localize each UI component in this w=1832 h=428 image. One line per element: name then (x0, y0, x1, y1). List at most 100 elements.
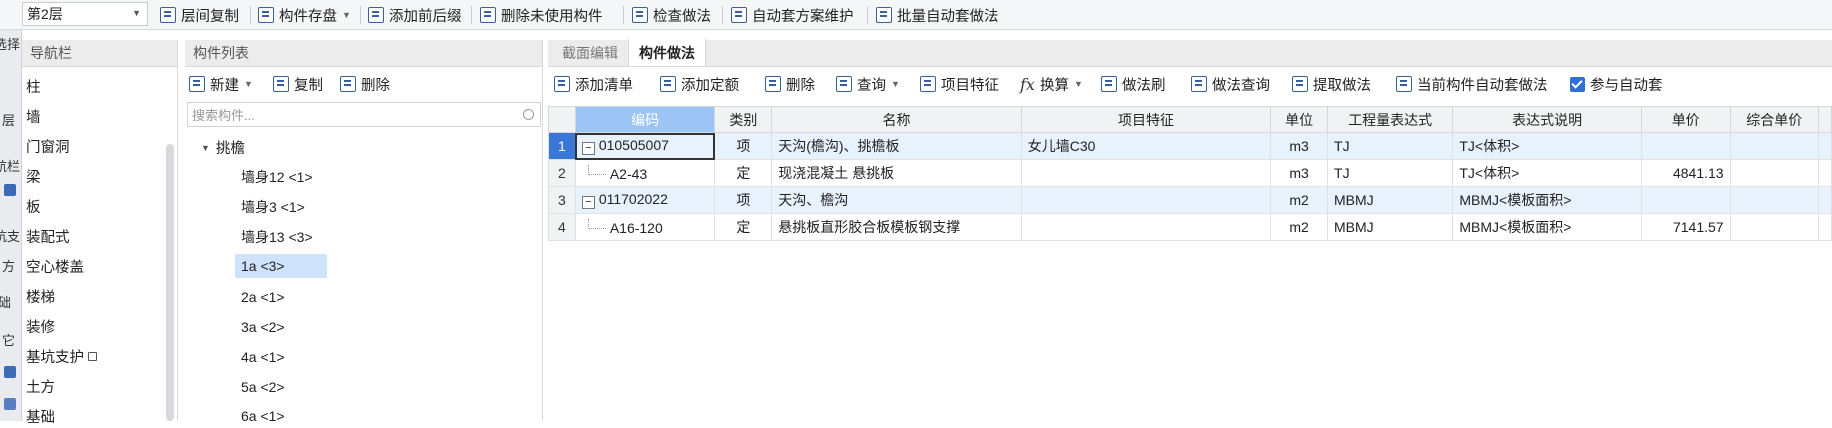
price-cell[interactable]: 7141.57 (1640, 213, 1731, 241)
code-cell[interactable]: A16-120 (574, 213, 716, 241)
total-price-cell[interactable] (1729, 159, 1819, 187)
expr-desc-cell[interactable]: TJ<体积> (1452, 159, 1642, 187)
column-header[interactable]: 表达式说明 (1452, 106, 1642, 133)
tool-icon[interactable] (4, 366, 16, 378)
table-row[interactable]: 4 A16-120 定 悬挑板直形胶合板模板钢支撑 m2 MBMJ MBMJ<模… (548, 213, 1832, 241)
copy-component-button[interactable]: 复制 (273, 72, 323, 96)
check-method-button[interactable]: 检查做法 (632, 3, 711, 27)
unit-cell[interactable]: m2 (1270, 213, 1329, 241)
batch-auto-button[interactable]: 批量自动套做法 (876, 3, 999, 27)
row-number[interactable]: 4 (548, 213, 576, 241)
tab-component-method[interactable]: 构件做法 (628, 39, 706, 66)
add-list-button[interactable]: 添加清单 (554, 72, 633, 96)
auto-apply-current-button[interactable]: 当前构件自动套做法 (1396, 72, 1548, 96)
total-price-cell[interactable] (1729, 132, 1819, 160)
table-row[interactable]: 1 −010505007 项 天沟(檐沟)、挑檐板 女儿墙C30 m3 TJ T… (548, 132, 1832, 160)
expr-cell[interactable]: MBMJ (1327, 186, 1454, 214)
method-brush-button[interactable]: 做法刷 (1101, 72, 1166, 96)
feature-cell[interactable] (1020, 213, 1272, 241)
component-item-selected[interactable]: 1a <3> (235, 254, 327, 278)
type-cell[interactable]: 项 (714, 186, 773, 214)
name-cell[interactable]: 天沟(檐沟)、挑檐板 (771, 132, 1022, 160)
component-item[interactable]: 6a <1> (235, 404, 291, 428)
row-number[interactable]: 3 (548, 186, 576, 214)
code-cell[interactable]: A2-43 (574, 159, 716, 187)
expr-cell[interactable]: MBMJ (1327, 213, 1454, 241)
checkbox-checked-icon[interactable] (1570, 76, 1585, 92)
code-cell[interactable]: −011702022 (574, 186, 716, 214)
delete-component-button[interactable]: 删除 (340, 72, 390, 96)
unit-cell[interactable]: m2 (1270, 186, 1329, 214)
expr-cell[interactable]: TJ (1327, 132, 1454, 160)
layer-icon[interactable] (4, 184, 16, 196)
component-item[interactable]: 2a <1> (235, 285, 291, 309)
price-cell[interactable] (1640, 186, 1731, 214)
delete-unused-button[interactable]: 删除未使用构件 (480, 3, 603, 27)
row-number[interactable]: 1 (548, 132, 576, 160)
name-cell[interactable]: 悬挑板直形胶合板模板钢支撑 (771, 213, 1022, 241)
unit-cell[interactable]: m3 (1270, 132, 1329, 160)
table-row[interactable]: 3 −011702022 项 天沟、檐沟 m2 MBMJ MBMJ<模板面积> (548, 186, 1832, 214)
nav-item[interactable]: 梁 (26, 166, 41, 187)
component-item[interactable]: 墙身13 <3> (235, 225, 319, 249)
nav-item[interactable]: 装修 (26, 316, 55, 337)
add-prefix-button[interactable]: 添加前后缀 (368, 3, 462, 27)
component-item[interactable]: 墙身12 <1> (235, 165, 319, 189)
formula-button[interactable]: fx 换算 ▼ (1020, 72, 1083, 96)
column-header[interactable]: 名称 (771, 106, 1022, 133)
price-cell[interactable]: 4841.13 (1640, 159, 1731, 187)
feature-cell[interactable] (1020, 159, 1272, 187)
component-item[interactable]: 5a <2> (235, 375, 291, 399)
tool-icon[interactable] (4, 398, 16, 410)
nav-item[interactable]: 基坑支护 (26, 346, 97, 367)
nav-item[interactable]: 基础 (26, 406, 55, 427)
price-cell[interactable] (1640, 132, 1731, 160)
feature-cell[interactable] (1020, 186, 1272, 214)
total-price-cell[interactable] (1729, 213, 1819, 241)
type-cell[interactable]: 定 (714, 213, 773, 241)
component-item[interactable]: 4a <1> (235, 345, 291, 369)
component-item[interactable]: 墙身3 <1> (235, 195, 311, 219)
column-header[interactable]: 单价 (1640, 106, 1731, 133)
type-cell[interactable]: 定 (714, 159, 773, 187)
auto-scheme-button[interactable]: 自动套方案维护 (731, 3, 854, 27)
auto-apply-checkbox[interactable]: 参与自动套 (1570, 72, 1663, 96)
table-row[interactable]: 2 A2-43 定 现浇混凝土 悬挑板 m3 TJ TJ<体积> 4841.13 (548, 159, 1832, 187)
nav-item[interactable]: 空心楼盖 (26, 256, 84, 277)
column-header[interactable]: 综合单价 (1729, 106, 1819, 133)
code-cell[interactable]: −010505007 (574, 132, 716, 160)
column-header[interactable]: 类别 (714, 106, 773, 133)
column-header[interactable]: 工程量表达式 (1327, 106, 1454, 133)
tree-group[interactable]: ▼ 挑檐 (201, 137, 245, 158)
row-number[interactable]: 2 (548, 159, 576, 187)
component-search-input[interactable]: 搜索构件... (187, 102, 541, 127)
total-price-cell[interactable] (1729, 186, 1819, 214)
nav-item[interactable]: 墙 (26, 106, 41, 127)
delete-row-button[interactable]: 删除 (765, 72, 815, 96)
feature-cell[interactable]: 女儿墙C30 (1020, 132, 1272, 160)
type-cell[interactable]: 项 (714, 132, 773, 160)
tab-section-edit[interactable]: 截面编辑 (552, 39, 628, 66)
query-button[interactable]: 查询 ▼ (836, 72, 900, 96)
method-query-button[interactable]: 做法查询 (1191, 72, 1270, 96)
expr-desc-cell[interactable]: TJ<体积> (1452, 132, 1642, 160)
nav-item[interactable]: 门窗洞 (26, 136, 70, 157)
column-header[interactable]: 项目特征 (1020, 106, 1272, 133)
nav-item[interactable]: 装配式 (26, 226, 70, 247)
add-quota-button[interactable]: 添加定额 (660, 72, 739, 96)
new-component-button[interactable]: 新建 ▼ (189, 72, 253, 96)
column-header[interactable]: 编码 (574, 106, 716, 133)
collapse-icon[interactable]: − (581, 142, 595, 155)
save-component-button[interactable]: 构件存盘 ▼ (258, 3, 351, 27)
corner-cell[interactable] (548, 106, 576, 133)
nav-item[interactable]: 柱 (26, 76, 41, 97)
floor-select[interactable]: 第2层 ▼ (22, 2, 148, 26)
nav-item[interactable]: 土方 (26, 376, 55, 397)
expr-desc-cell[interactable]: MBMJ<模板面积> (1452, 213, 1642, 241)
expr-cell[interactable]: TJ (1327, 159, 1454, 187)
nav-item[interactable]: 楼梯 (26, 286, 55, 307)
nav-scrollbar[interactable] (166, 144, 174, 421)
name-cell[interactable]: 天沟、檐沟 (771, 186, 1022, 214)
copy-floor-button[interactable]: 层间复制 (160, 3, 239, 27)
collapse-icon[interactable]: − (581, 196, 595, 209)
